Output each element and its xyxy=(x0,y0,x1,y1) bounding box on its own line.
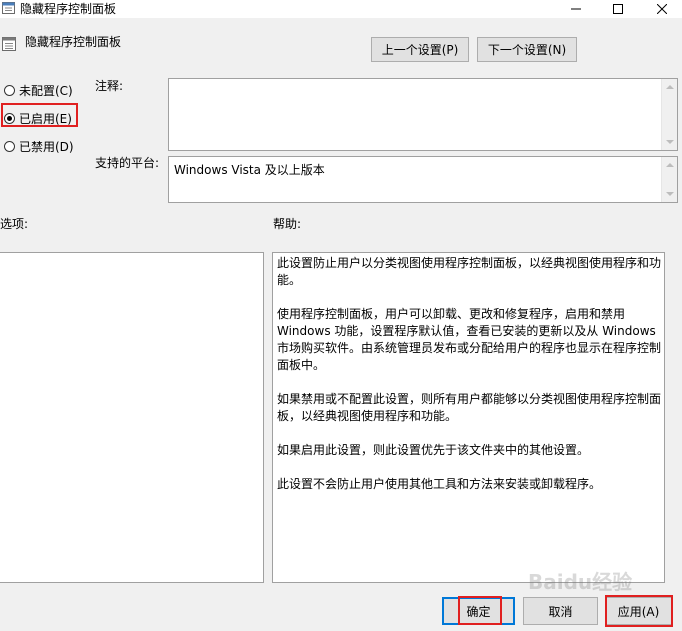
watermark: Baidu经验 xyxy=(528,570,633,594)
minimize-icon xyxy=(571,8,581,10)
ok-highlight-frame xyxy=(458,596,502,625)
options-label: 选项: xyxy=(0,217,29,231)
cancel-button[interactable]: 取消 xyxy=(523,597,598,625)
close-button[interactable] xyxy=(642,0,682,18)
close-icon xyxy=(657,4,667,14)
radio-circle[interactable] xyxy=(4,85,15,96)
next-setting-button[interactable]: 下一个设置(N) xyxy=(477,37,577,62)
supported-platform-field: Windows Vista 及以上版本 xyxy=(168,156,678,203)
previous-setting-button[interactable]: 上一个设置(P) xyxy=(371,37,469,62)
scroll-up-icon[interactable] xyxy=(666,163,674,167)
help-text: 此设置防止用户以分类视图使用程序控制面板，以经典视图使用程序和功能。 使用程序控… xyxy=(277,255,661,510)
help-paragraph: 使用程序控制面板，用户可以卸载、更改和修复程序，启用和禁用 Windows 功能… xyxy=(277,307,662,372)
scroll-up-icon[interactable] xyxy=(666,85,674,89)
help-label: 帮助: xyxy=(273,217,302,231)
radio-not-configured[interactable]: 未配置(C) xyxy=(4,82,73,99)
help-paragraph: 此设置防止用户以分类视图使用程序控制面板，以经典视图使用程序和功能。 xyxy=(277,256,662,287)
supported-platform-label: 支持的平台: xyxy=(95,156,160,170)
minimize-button[interactable] xyxy=(556,0,596,18)
help-paragraph: 如果禁用或不配置此设置，则所有用户都能够以分类视图使用程序控制面板，以经典视图使… xyxy=(277,392,662,423)
policy-name: 隐藏程序控制面板 xyxy=(25,35,122,49)
options-panel xyxy=(0,252,264,583)
comment-label: 注释: xyxy=(95,79,124,93)
help-paragraph: 如果启用此设置，则此设置优先于该文件夹中的其他设置。 xyxy=(277,443,590,457)
window-title: 隐藏程序控制面板 xyxy=(20,2,117,16)
comment-textarea[interactable] xyxy=(168,78,678,151)
comment-scrollbar[interactable] xyxy=(661,79,677,150)
radio-disabled[interactable]: 已禁用(D) xyxy=(4,138,74,155)
policy-settings-icon xyxy=(2,2,15,14)
maximize-icon xyxy=(613,4,623,14)
help-paragraph: 此设置不会防止用户使用其他工具和方法来安装或卸载程序。 xyxy=(277,477,602,491)
apply-highlight-frame xyxy=(605,595,673,627)
radio-label: 未配置(C) xyxy=(19,84,73,98)
help-panel: 此设置防止用户以分类视图使用程序控制面板，以经典视图使用程序和功能。 使用程序控… xyxy=(272,252,665,583)
enabled-highlight-frame xyxy=(1,103,78,127)
scroll-down-icon[interactable] xyxy=(666,140,674,144)
maximize-button[interactable] xyxy=(598,0,638,18)
supported-platform-value: Windows Vista 及以上版本 xyxy=(174,163,325,177)
scroll-down-icon[interactable] xyxy=(666,192,674,196)
platform-scrollbar[interactable] xyxy=(661,157,677,202)
radio-label: 已禁用(D) xyxy=(19,140,74,154)
policy-icon xyxy=(2,37,16,51)
radio-circle[interactable] xyxy=(4,141,15,152)
